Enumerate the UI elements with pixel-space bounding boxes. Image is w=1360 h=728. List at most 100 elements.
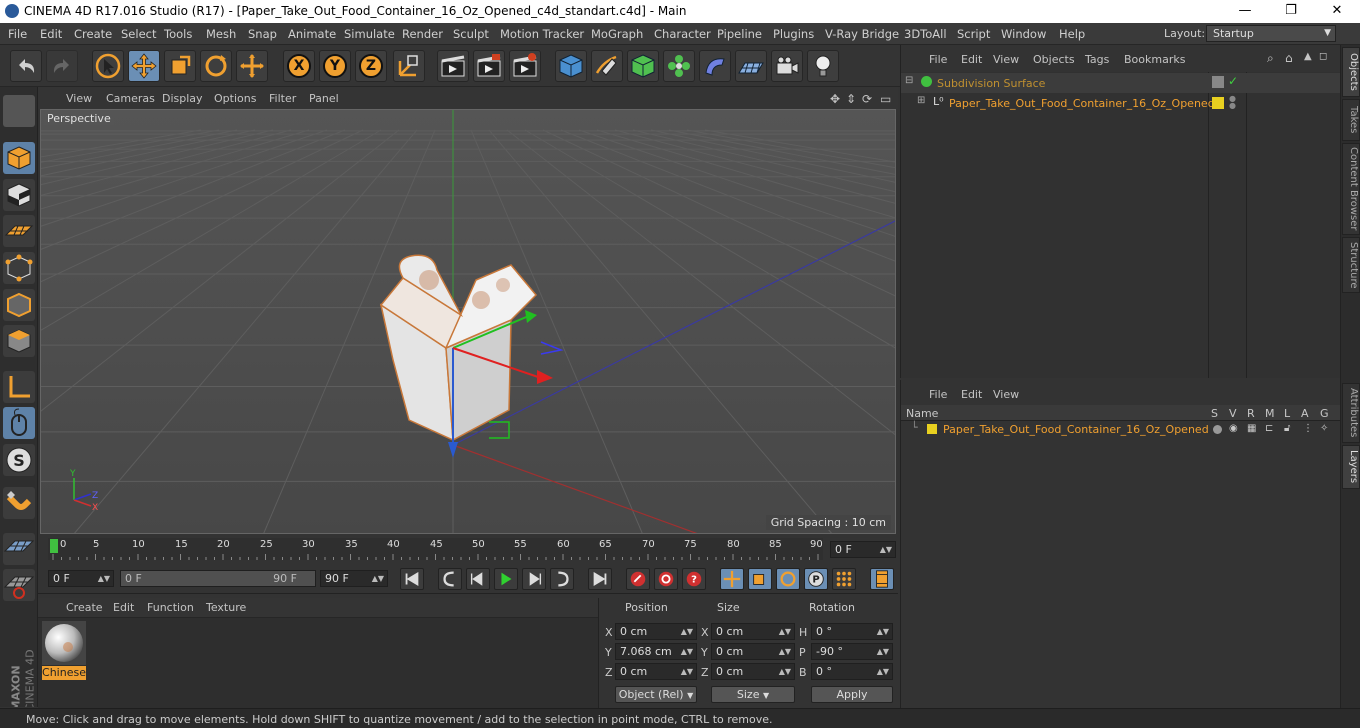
render-view-button[interactable]	[437, 50, 469, 82]
add-spline-pen-button[interactable]	[591, 50, 623, 82]
current-frame-field[interactable]: 0 F ▲▼	[830, 541, 896, 558]
workplane-alt-button[interactable]	[3, 569, 35, 601]
x-axis-lock-button[interactable]: X	[283, 50, 315, 82]
menu-motion-tracker[interactable]: Motion Tracker	[500, 27, 584, 41]
render-clapboard-icon[interactable]: ▦	[1247, 423, 1256, 434]
menu-mograph[interactable]: MoGraph	[591, 27, 643, 41]
record-active-button[interactable]	[626, 568, 650, 590]
workplane-mode-button[interactable]	[3, 215, 35, 247]
viewport-maximize-icon[interactable]: ▭	[880, 92, 891, 106]
visibility-dots-icon[interactable]: ● ●	[1229, 95, 1236, 110]
goto-start-button[interactable]	[400, 568, 424, 590]
menu-sculpt[interactable]: Sculpt	[453, 27, 489, 41]
scale-tool-button[interactable]	[164, 50, 196, 82]
tab-layers[interactable]: Layers	[1342, 445, 1360, 489]
timeline-ruler[interactable]: 0 5 10 15 20 25 30 35 40 45 50 55 60 65 …	[38, 534, 898, 564]
position-x-field[interactable]: 0 cm ▲▼	[615, 623, 697, 640]
menu-help[interactable]: Help	[1059, 27, 1085, 41]
column-view[interactable]: V	[1229, 407, 1237, 420]
rotate-tool-button[interactable]	[200, 50, 232, 82]
up-icon[interactable]: ▲	[1304, 51, 1312, 62]
axis-mode-button[interactable]	[3, 371, 35, 403]
layers-menu-view[interactable]: View	[993, 388, 1019, 401]
viewport-menu-cameras[interactable]: Cameras	[106, 92, 155, 105]
collapse-icon[interactable]: ⊟	[905, 75, 913, 86]
tab-content-browser[interactable]: Content Browser	[1342, 143, 1360, 235]
menu-plugins[interactable]: Plugins	[773, 27, 814, 41]
autokey-button[interactable]	[654, 568, 678, 590]
material-menu-texture[interactable]: Texture	[206, 601, 246, 614]
layer-name[interactable]: Paper_Take_Out_Food_Container_16_Oz_Open…	[943, 423, 1209, 436]
start-frame-field[interactable]: 0 F ▲▼	[48, 570, 114, 587]
eye-icon[interactable]: ◉	[1229, 423, 1238, 434]
layers-menu-edit[interactable]: Edit	[961, 388, 982, 401]
menu-tools[interactable]: Tools	[164, 27, 192, 41]
texture-mode-button[interactable]	[3, 179, 35, 211]
menu-edit[interactable]: Edit	[40, 27, 62, 41]
size-y-field[interactable]: 0 cm ▲▼	[711, 643, 795, 660]
column-solo[interactable]: S	[1211, 407, 1218, 420]
menu-script[interactable]: Script	[957, 27, 990, 41]
key-scale-button[interactable]	[748, 568, 772, 590]
menu-file[interactable]: File	[8, 27, 27, 41]
end-frame-field[interactable]: 90 F ▲▼	[320, 570, 388, 587]
magnet-button[interactable]	[3, 487, 35, 519]
next-frame-button[interactable]	[522, 568, 546, 590]
expand-icon[interactable]: ◻	[1319, 51, 1327, 62]
key-position-button[interactable]	[720, 568, 744, 590]
close-button[interactable]: ✕	[1314, 0, 1360, 23]
timeline-window-button[interactable]	[870, 568, 894, 590]
add-deformer-button[interactable]	[699, 50, 731, 82]
coordinate-system-button[interactable]	[393, 50, 425, 82]
size-mode-select[interactable]: Size ▼	[711, 686, 795, 703]
render-settings-button[interactable]	[509, 50, 541, 82]
menu-snap[interactable]: Snap	[248, 27, 277, 41]
add-light-button[interactable]	[807, 50, 839, 82]
key-rotation-button[interactable]	[776, 568, 800, 590]
objects-menu-file[interactable]: File	[929, 53, 947, 66]
layer-row[interactable]: └ Paper_Take_Out_Food_Container_16_Oz_Op…	[901, 421, 1341, 437]
column-generators[interactable]: G	[1320, 407, 1329, 420]
viewport-rotate-icon[interactable]: ⟳	[862, 92, 872, 106]
position-y-field[interactable]: 7.068 cm ▲▼	[615, 643, 697, 660]
object-row-container[interactable]: ⊞ L⁰ Paper_Take_Out_Food_Container_16_Oz…	[901, 93, 1341, 113]
menu-character[interactable]: Character	[654, 27, 711, 41]
animation-icon[interactable]: ⋮	[1303, 423, 1313, 434]
material-menu-create[interactable]: Create	[66, 601, 103, 614]
material-chinese[interactable]: Chinese	[42, 621, 86, 680]
menu-create[interactable]: Create	[74, 27, 112, 41]
viewport-dolly-icon[interactable]: ⇕	[846, 92, 856, 106]
rotation-h-field[interactable]: 0 ° ▲▼	[811, 623, 893, 640]
viewport-navigate-icon[interactable]: ✥	[830, 92, 840, 106]
home-icon[interactable]: ⌂	[1285, 51, 1293, 65]
menu-3dtoall[interactable]: 3DToAll	[904, 27, 947, 41]
menu-animate[interactable]: Animate	[288, 27, 336, 41]
rotation-b-field[interactable]: 0 ° ▲▼	[811, 663, 893, 680]
tab-takes[interactable]: Takes	[1342, 99, 1360, 141]
previous-key-button[interactable]	[438, 568, 462, 590]
workplane-lock-button[interactable]	[3, 533, 35, 565]
live-selection-button[interactable]	[92, 50, 124, 82]
move-tool-button[interactable]	[128, 50, 160, 82]
redo-button[interactable]	[46, 50, 78, 82]
3d-viewport[interactable]: Y Z X Perspective Grid Spacing : 10 cm	[40, 109, 896, 534]
expand-icon[interactable]: ⊞	[917, 95, 925, 106]
coordinate-mode-select[interactable]: Object (Rel) ▼	[615, 686, 697, 703]
search-icon[interactable]: ⌕	[1267, 51, 1274, 66]
menu-select[interactable]: Select	[121, 27, 156, 41]
undo-button[interactable]	[10, 50, 42, 82]
viewport-menu-filter[interactable]: Filter	[269, 92, 296, 105]
maximize-button[interactable]: ❐	[1268, 0, 1314, 23]
add-generator-button[interactable]	[627, 50, 659, 82]
object-name[interactable]: Paper_Take_Out_Food_Container_16_Oz_Open…	[949, 97, 1215, 110]
add-cube-button[interactable]	[555, 50, 587, 82]
position-z-field[interactable]: 0 cm ▲▼	[615, 663, 697, 680]
snap-button[interactable]: S	[3, 444, 35, 476]
polygons-mode-button[interactable]	[3, 325, 35, 357]
viewport-menu-display[interactable]: Display	[162, 92, 203, 105]
layers-menu-file[interactable]: File	[929, 388, 947, 401]
recent-tool-button[interactable]	[236, 50, 268, 82]
viewport-menu-panel[interactable]: Panel	[309, 92, 339, 105]
menu-mesh[interactable]: Mesh	[206, 27, 236, 41]
add-camera-button[interactable]	[771, 50, 803, 82]
